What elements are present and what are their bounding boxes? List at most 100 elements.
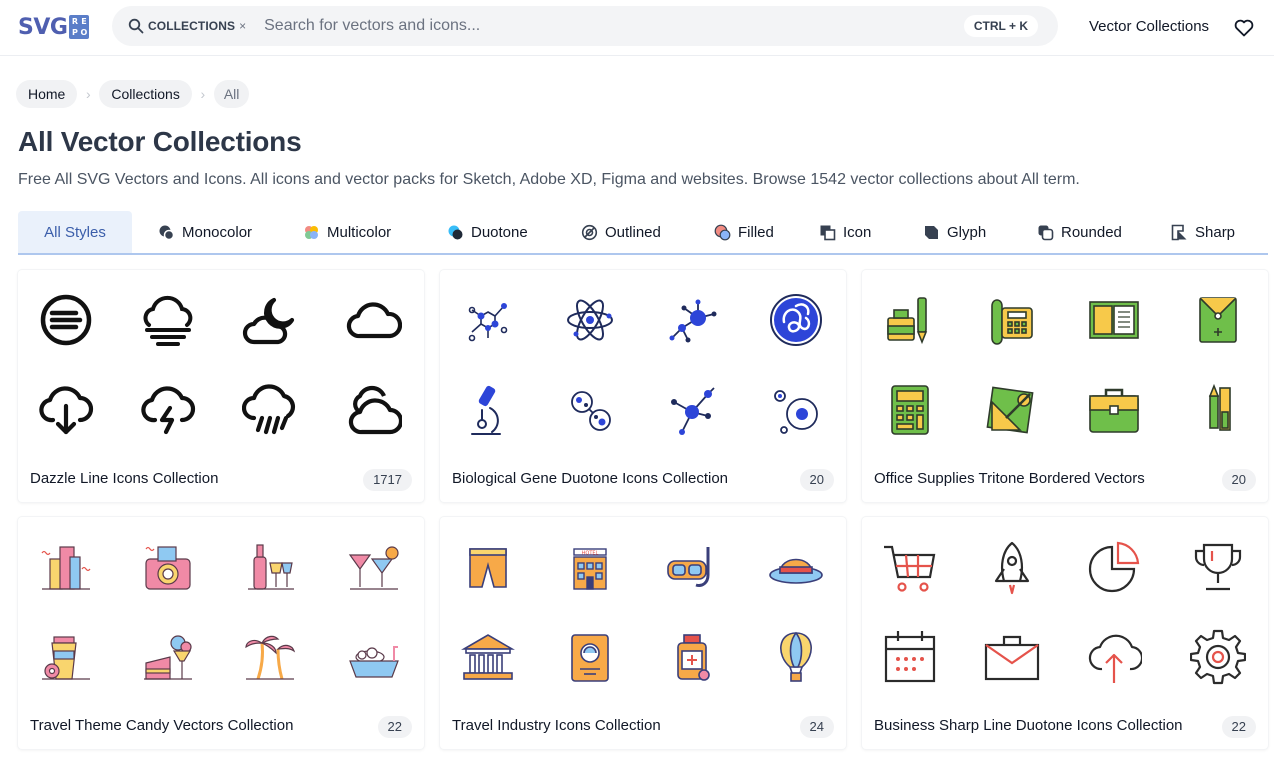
tab-label: Sharp xyxy=(1195,223,1236,241)
page-description: Free All SVG Vectors and Icons. All icon… xyxy=(18,171,1080,188)
top-header: SVG R E P O COLLECTIONS × CTRL + K Vecto… xyxy=(0,0,1274,56)
icon-style-icon xyxy=(820,225,836,240)
tab-all-styles[interactable]: All Styles xyxy=(18,211,132,253)
ink-pen-icon xyxy=(882,292,938,348)
tab-label: Rounded xyxy=(1061,223,1122,241)
folder-document-icon xyxy=(1086,292,1142,348)
collection-card[interactable]: Travel Theme Candy Vectors Collection 22 xyxy=(18,517,424,749)
trophy-icon xyxy=(1190,539,1246,595)
collection-title: Office Supplies Tritone Bordered Vectors xyxy=(874,470,1145,487)
dna-blob-icon xyxy=(768,292,824,348)
cloud-upload-icon xyxy=(1086,629,1144,685)
collection-card[interactable]: Biological Gene Duotone Icons Collection… xyxy=(440,270,846,502)
camera-icon xyxy=(140,539,196,595)
tab-label: Multicolor xyxy=(327,223,392,241)
icon-count-badge: 1717 xyxy=(363,469,412,491)
breadcrumb-current: All xyxy=(213,80,250,108)
search-input[interactable] xyxy=(264,11,945,41)
tab-label: Glyph xyxy=(947,223,987,241)
outlined-icon xyxy=(581,224,598,240)
multicolor-icon xyxy=(305,225,318,239)
collection-card[interactable]: Office Supplies Tritone Bordered Vectors… xyxy=(862,270,1268,502)
breadcrumb-collections[interactable]: Collections xyxy=(99,80,192,108)
tab-monocolor[interactable]: Monocolor xyxy=(158,211,278,253)
hot-air-balloon-icon xyxy=(768,629,824,685)
briefcase-icon xyxy=(1086,382,1142,438)
tab-label: Filled xyxy=(738,223,774,241)
bathtub-icon xyxy=(346,629,402,685)
cutter-pencil-icon xyxy=(1190,382,1246,438)
chip-close-icon[interactable]: × xyxy=(239,19,246,33)
tab-outlined[interactable]: Outlined xyxy=(581,211,693,253)
tab-sharp[interactable]: Sharp xyxy=(1171,211,1251,253)
wine-glasses-icon xyxy=(242,539,298,595)
breadcrumb-separator-icon: › xyxy=(200,86,206,102)
tab-glyph[interactable]: Glyph xyxy=(923,211,1017,253)
collection-card[interactable]: Business Sharp Line Duotone Icons Collec… xyxy=(862,517,1268,749)
passport-icon xyxy=(562,629,618,685)
site-logo[interactable]: SVG R E P O xyxy=(18,13,90,41)
palm-trees-icon xyxy=(242,629,298,685)
sun-hat-icon xyxy=(768,539,824,595)
search-bar[interactable]: COLLECTIONS × CTRL + K xyxy=(112,6,1058,46)
thunder-cloud-icon xyxy=(140,382,196,438)
gear-icon xyxy=(1189,629,1247,685)
calculator-icon xyxy=(882,382,938,438)
collection-title: Travel Industry Icons Collection xyxy=(452,717,661,734)
collection-title: Travel Theme Candy Vectors Collection xyxy=(30,717,294,734)
envelope-pocket-icon xyxy=(1190,292,1246,348)
wind-circle-icon xyxy=(38,292,94,348)
keyboard-shortcut-badge: CTRL + K xyxy=(963,15,1038,37)
search-icon xyxy=(128,18,144,34)
icon-count-badge: 22 xyxy=(377,716,412,738)
microscope-icon xyxy=(460,382,516,438)
fog-icon xyxy=(140,292,196,348)
icon-preview-grid xyxy=(862,517,1268,703)
tab-rounded[interactable]: Rounded xyxy=(1037,211,1149,253)
cloud-icon xyxy=(346,292,403,348)
molecule-network-icon xyxy=(664,292,720,348)
tab-duotone[interactable]: Duotone xyxy=(447,211,557,253)
tab-multicolor[interactable]: Multicolor xyxy=(303,211,423,253)
double-cloud-icon xyxy=(346,382,404,438)
calendar-icon xyxy=(882,629,938,685)
monocolor-icon xyxy=(159,225,175,240)
icon-count-badge: 24 xyxy=(799,716,834,738)
collection-card[interactable]: HOTEL Travel Industry Icons Collection 2… xyxy=(440,517,846,749)
molecule-chain-icon xyxy=(460,292,516,348)
vector-collections-link[interactable]: Vector Collections xyxy=(1089,18,1209,35)
sharp-icon xyxy=(1171,224,1187,240)
breadcrumb: Home › Collections › All xyxy=(16,80,250,108)
icon-preview-grid: HOTEL xyxy=(440,517,846,703)
search-scope-chip[interactable]: COLLECTIONS xyxy=(148,19,235,33)
filled-icon xyxy=(714,224,731,240)
rounded-icon xyxy=(1038,225,1054,240)
icon-preview-grid xyxy=(18,270,424,456)
icon-count-badge: 20 xyxy=(799,469,834,491)
rocket-icon xyxy=(984,539,1040,595)
snorkel-mask-icon xyxy=(664,539,720,595)
icon-count-badge: 22 xyxy=(1221,716,1256,738)
logo-badge: R E P O xyxy=(69,15,90,39)
coffee-cup-icon xyxy=(38,629,94,685)
collection-card[interactable]: Dazzle Line Icons Collection 1717 xyxy=(18,270,424,502)
style-tabs: All Styles Monocolor Multicolor Duotone … xyxy=(18,211,1268,255)
ice-cream-cake-icon xyxy=(140,629,196,685)
atom-icon xyxy=(562,292,618,348)
collection-title: Business Sharp Line Duotone Icons Collec… xyxy=(874,717,1183,734)
tab-label: All Styles xyxy=(44,223,106,241)
collection-title: Dazzle Line Icons Collection xyxy=(30,470,219,487)
telephone-icon xyxy=(984,292,1040,348)
page-title: All Vector Collections xyxy=(18,126,302,157)
cells-icon xyxy=(562,382,618,438)
heart-icon[interactable] xyxy=(1234,19,1254,37)
breadcrumb-home[interactable]: Home xyxy=(16,80,78,108)
cloud-download-icon xyxy=(38,382,94,438)
hotel-icon: HOTEL xyxy=(562,539,618,595)
museum-icon xyxy=(460,629,516,685)
cell-division-icon xyxy=(768,382,824,438)
tab-filled[interactable]: Filled xyxy=(714,211,800,253)
tab-icon[interactable]: Icon xyxy=(819,211,901,253)
logo-text: SVG xyxy=(18,14,68,40)
breadcrumb-separator-icon: › xyxy=(86,86,91,102)
